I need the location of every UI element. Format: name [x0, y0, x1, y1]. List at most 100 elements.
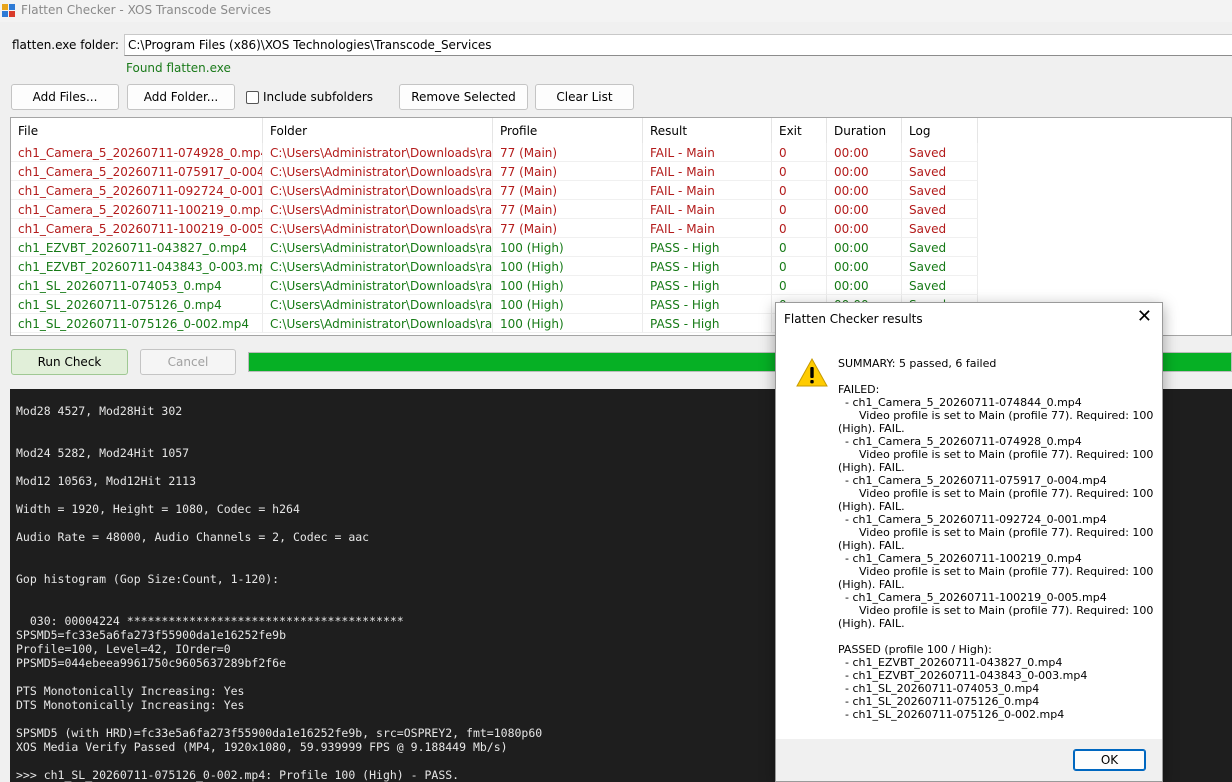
warning-icon — [796, 357, 828, 387]
profile-cell: 77 (Main) — [493, 162, 643, 181]
column-header-duration[interactable]: Duration — [827, 118, 902, 143]
table-row[interactable]: ch1_Camera_5_20260711-100219_0.mp4 C:\Use… — [11, 200, 1231, 219]
dialog-title-bar: Flatten Checker results ✕ — [776, 303, 1162, 333]
folder-cell: C:\Users\Administrator\Downloads\rav... — [263, 219, 493, 238]
table-row[interactable]: ch1_Camera_5_20260711-074928_0.mp4 C:\Use… — [11, 143, 1231, 162]
passed-file-item: - ch1_SL_20260711-075126_0.mp4 — [838, 695, 1040, 708]
profile-cell: 77 (Main) — [493, 219, 643, 238]
add-files-button[interactable]: Add Files... — [11, 84, 119, 110]
console-line: SPSMD5 (with HRD)=fc33e5a6fa273f55900da1… — [16, 726, 543, 740]
table-row[interactable]: ch1_Camera_5_20260711-075917_0-004.mp4C:… — [11, 162, 1231, 181]
duration-cell: 00:00 — [827, 181, 902, 200]
table-row[interactable]: ch1_EZVBT_20260711-043843_0-003.mp4 C:\Us… — [11, 257, 1231, 276]
clear-list-button[interactable]: Clear List — [535, 84, 634, 110]
summary-text: SUMMARY: 5 passed, 6 failed — [838, 357, 997, 370]
console-line: XOS Media Verify Passed (MP4, 1920x1080,… — [16, 740, 508, 754]
console-line: Gop histogram (Gop Size:Count, 1-120): — [16, 572, 280, 586]
exit-cell: 0 — [772, 200, 827, 219]
failed-file-detail: Video profile is set to Main (profile 77… — [838, 604, 1154, 617]
console-line: Audio Rate = 48000, Audio Channels = 2, … — [16, 530, 370, 544]
duration-cell: 00:00 — [827, 276, 902, 295]
profile-cell: 77 (Main) — [493, 143, 643, 162]
duration-cell: 00:00 — [827, 238, 902, 257]
file-cell: ch1_Camera_5_20260711-100219_0-005.mp4 — [11, 219, 263, 238]
table-row[interactable]: ch1_EZVBT_20260711-043827_0.mp4 C:\Users\… — [11, 238, 1231, 257]
passed-file-item: - ch1_EZVBT_20260711-043843_0-003.mp4 — [838, 669, 1088, 682]
console-line: PPSMD5=044ebeea9961750c9605637289bf2f6e — [16, 656, 287, 670]
folder-cell: C:\Users\Administrator\Downloads\rav... — [263, 276, 493, 295]
add-folder-button[interactable]: Add Folder... — [127, 84, 235, 110]
folder-label: flatten.exe folder: — [12, 38, 119, 52]
result-cell: PASS - High — [643, 238, 772, 257]
result-cell: PASS - High — [643, 295, 772, 314]
duration-cell: 00:00 — [827, 257, 902, 276]
remove-selected-button[interactable]: Remove Selected — [399, 84, 528, 110]
file-cell: ch1_Camera_5_20260711-100219_0.mp4 — [11, 200, 263, 219]
file-cell: ch1_Camera_5_20260711-092724_0-001.mp4 — [11, 181, 263, 200]
run-check-button[interactable]: Run Check — [11, 349, 128, 375]
console-line: Mod24 5282, Mod24Hit 1057 — [16, 446, 190, 460]
exit-cell: 0 — [772, 162, 827, 181]
file-cell: ch1_Camera_5_20260711-075917_0-004.mp4 — [11, 162, 263, 181]
log-cell: Saved — [902, 238, 978, 257]
console-line: Mod12 10563, Mod12Hit 2113 — [16, 474, 197, 488]
result-cell: PASS - High — [643, 314, 772, 333]
column-header-folder[interactable]: Folder — [263, 118, 493, 143]
passed-file-item: - ch1_EZVBT_20260711-043827_0.mp4 — [838, 656, 1063, 669]
log-cell: Saved — [902, 257, 978, 276]
console-line: SPSMD5=fc33e5a6fa273f55900da1e16252fe9b — [16, 628, 287, 642]
profile-cell: 100 (High) — [493, 314, 643, 333]
duration-cell: 00:00 — [827, 219, 902, 238]
dialog-message: SUMMARY: 5 passed, 6 failed FAILED: - ch… — [838, 357, 1153, 721]
profile-cell: 77 (Main) — [493, 200, 643, 219]
table-row[interactable]: ch1_Camera_5_20260711-092724_0-001.mp4C:… — [11, 181, 1231, 200]
include-subfolders-label[interactable]: Include subfolders — [263, 90, 373, 104]
profile-cell: 100 (High) — [493, 295, 643, 314]
folder-cell: C:\Users\Administrator\Downloads\rav... — [263, 257, 493, 276]
console-line: 030: 00004224 **************************… — [16, 614, 404, 628]
file-cell: ch1_EZVBT_20260711-043827_0.mp4 — [11, 238, 263, 257]
column-header-log[interactable]: Log — [902, 118, 978, 143]
cancel-button[interactable]: Cancel — [140, 349, 236, 375]
table-row[interactable]: ch1_SL_20260711-074053_0.mp4 C:\Users\Adm… — [11, 276, 1231, 295]
column-header-file[interactable]: File — [11, 118, 263, 143]
column-header-exit[interactable]: Exit — [772, 118, 827, 143]
folder-path-input[interactable]: C:\Program Files (x86)\XOS Technologies\… — [124, 34, 1232, 56]
checkbox-box[interactable] — [246, 91, 259, 104]
file-cell: ch1_SL_20260711-074053_0.mp4 — [11, 276, 263, 295]
folder-cell: C:\Users\Administrator\Downloads\rav... — [263, 143, 493, 162]
folder-status: Found flatten.exe — [126, 61, 231, 75]
result-cell: FAIL - Main — [643, 143, 772, 162]
result-cell: FAIL - Main — [643, 219, 772, 238]
ok-button[interactable]: OK — [1073, 749, 1146, 771]
passed-file-item: - ch1_SL_20260711-075126_0-002.mp4 — [838, 708, 1065, 721]
failed-file-detail: Video profile is set to Main (profile 77… — [838, 409, 1154, 422]
failed-file-detail: (High). FAIL. — [838, 461, 905, 474]
folder-cell: C:\Users\Administrator\Downloads\rav... — [263, 181, 493, 200]
dialog-footer: OK — [776, 739, 1162, 781]
result-cell: FAIL - Main — [643, 181, 772, 200]
column-header-profile[interactable]: Profile — [493, 118, 643, 143]
log-cell: Saved — [902, 181, 978, 200]
profile-cell: 100 (High) — [493, 238, 643, 257]
failed-file-item: - ch1_Camera_5_20260711-100219_0-005.mp4 — [838, 591, 1107, 604]
app-icon — [2, 4, 15, 17]
failed-file-item: - ch1_Camera_5_20260711-075917_0-004.mp4 — [838, 474, 1107, 487]
result-cell: PASS - High — [643, 257, 772, 276]
file-cell: ch1_SL_20260711-075126_0-002.mp4 — [11, 314, 263, 333]
close-icon[interactable]: ✕ — [1137, 307, 1152, 327]
exit-cell: 0 — [772, 219, 827, 238]
log-cell: Saved — [902, 276, 978, 295]
passed-file-item: - ch1_SL_20260711-074053_0.mp4 — [838, 682, 1040, 695]
file-cell: ch1_EZVBT_20260711-043843_0-003.mp4 — [11, 257, 263, 276]
title-bar: Flatten Checker - XOS Transcode Services — [0, 0, 1232, 22]
failed-file-detail: Video profile is set to Main (profile 77… — [838, 487, 1154, 500]
console-line: Profile=100, Level=42, IOrder=0 — [16, 642, 231, 656]
console-line: Mod28 4527, Mod28Hit 302 — [16, 404, 183, 418]
failed-header: FAILED: — [838, 383, 880, 396]
result-cell: FAIL - Main — [643, 162, 772, 181]
log-cell: Saved — [902, 200, 978, 219]
window-title: Flatten Checker - XOS Transcode Services — [21, 3, 271, 17]
table-row[interactable]: ch1_Camera_5_20260711-100219_0-005.mp4C:… — [11, 219, 1231, 238]
column-header-result[interactable]: Result — [643, 118, 772, 143]
